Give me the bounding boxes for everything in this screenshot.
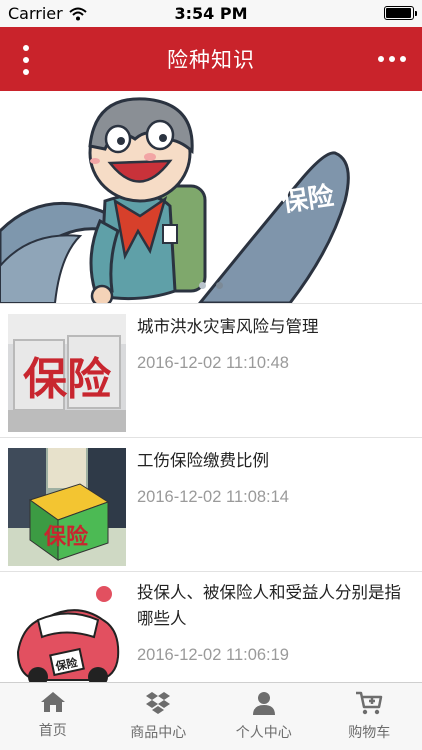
battery-level: [386, 8, 411, 18]
news-list: 保险 城市洪水灾害风险与管理 2016-12-02 11:10:48 保险 工伤…: [0, 303, 422, 705]
news-thumbnail: 保险: [8, 448, 126, 566]
news-thumbnail: 保险: [8, 314, 126, 432]
tab-products[interactable]: 商品中心: [106, 683, 212, 750]
news-date: 2016-12-02 11:06:19: [137, 646, 289, 664]
list-item[interactable]: 保险 城市洪水灾害风险与管理 2016-12-02 11:10:48: [0, 303, 422, 437]
cart-icon: [356, 691, 383, 715]
tab-home[interactable]: 首页: [0, 683, 106, 750]
banner-illustration: 保险: [0, 97, 350, 303]
home-icon: [40, 692, 65, 712]
pagination-dot[interactable]: [199, 282, 206, 289]
user-icon: [252, 692, 275, 715]
tab-label: 个人中心: [235, 725, 292, 741]
tab-label: 商品中心: [130, 725, 187, 741]
news-date: 2016-12-02 11:08:14: [137, 488, 289, 506]
battery-icon: [384, 6, 417, 20]
news-title: 投保人、被保险人和受益人分别是指哪些人: [137, 583, 401, 628]
dropbox-icon: [146, 692, 171, 714]
header-bar: 险种知识: [0, 27, 422, 91]
thumb-text: 保险: [23, 354, 112, 405]
tab-cart[interactable]: 购物车: [317, 683, 422, 750]
vertical-dots-icon[interactable]: [14, 43, 38, 77]
news-title: 城市洪水灾害风险与管理: [137, 317, 319, 336]
status-time: 3:54 PM: [174, 4, 248, 23]
list-item[interactable]: 保险 工伤保险缴费比例 2016-12-02 11:08:14: [0, 437, 422, 571]
pagination-dot[interactable]: [216, 282, 223, 289]
page-title: 险种知识: [167, 48, 255, 72]
tab-label: 首页: [38, 723, 67, 739]
tab-bar: 首页 商品中心 个人中心 购物车: [0, 682, 422, 750]
thumb-text: 保险: [43, 524, 89, 550]
news-date: 2016-12-02 11:10:48: [137, 354, 289, 372]
status-bar: Carrier 3:54 PM: [0, 0, 422, 27]
news-title: 工伤保险缴费比例: [137, 451, 269, 470]
banner-carousel[interactable]: 保险: [0, 91, 422, 303]
banner-pagination: [0, 282, 422, 289]
more-horizontal-icon[interactable]: [372, 47, 412, 71]
tab-profile[interactable]: 个人中心: [211, 683, 317, 750]
tab-label: 购物车: [348, 725, 391, 741]
